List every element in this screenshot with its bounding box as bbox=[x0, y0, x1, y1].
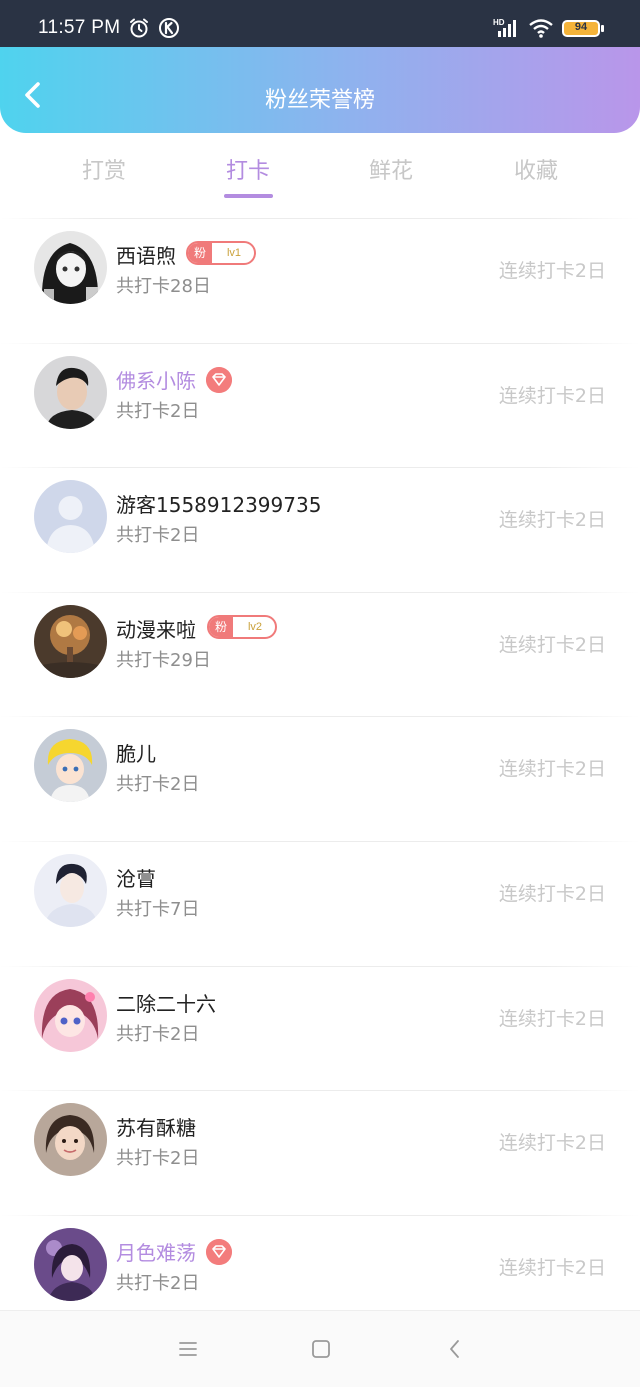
streak-checkins: 连续打卡2日 bbox=[498, 633, 606, 656]
system-nav-bar bbox=[0, 1310, 640, 1387]
total-checkins: 共打卡7日 bbox=[116, 899, 200, 920]
tab-reward[interactable]: 打赏 bbox=[44, 153, 164, 185]
row-divider bbox=[0, 591, 640, 593]
list-item[interactable]: 沧萺 共打卡7日 连续打卡2日 bbox=[0, 841, 640, 966]
total-checkins: 共打卡2日 bbox=[116, 774, 200, 796]
wifi-icon bbox=[529, 19, 553, 38]
streak-checkins: 连续打卡2日 bbox=[498, 758, 606, 781]
tab-checkin[interactable]: 打卡 bbox=[188, 153, 308, 185]
row-divider bbox=[0, 841, 640, 842]
list-item[interactable]: 脆儿 共打卡2日 连续打卡2日 bbox=[0, 716, 640, 841]
avatar[interactable] bbox=[34, 604, 107, 678]
fan-badge-label: 粉 bbox=[188, 243, 212, 263]
svg-text:HD: HD bbox=[493, 18, 505, 27]
battery-tip bbox=[601, 25, 604, 32]
streak-checkins: 连续打卡2日 bbox=[498, 384, 606, 407]
list-item[interactable]: 动漫来啦 粉 lv2 共打卡29日 连续打卡2日 bbox=[0, 591, 640, 717]
avatar[interactable] bbox=[34, 355, 107, 429]
fan-badge-level: lv1 bbox=[226, 247, 242, 259]
username: 游客1558912399735 bbox=[116, 493, 322, 518]
streak-checkins: 连续打卡2日 bbox=[498, 1256, 606, 1279]
fan-level-badge: 粉 lv2 bbox=[207, 614, 277, 639]
k-app-icon bbox=[159, 18, 179, 38]
row-divider bbox=[0, 218, 640, 219]
diamond-vip-icon bbox=[206, 1238, 232, 1265]
row-divider bbox=[0, 716, 640, 718]
tab-flowers[interactable]: 鲜花 bbox=[331, 153, 451, 185]
username: 沧萺 bbox=[116, 867, 156, 891]
list-item[interactable]: 游客1558912399735 共打卡2日 连续打卡2日 bbox=[0, 467, 640, 592]
avatar[interactable] bbox=[34, 978, 107, 1052]
username: 佛系小陈 bbox=[116, 368, 196, 393]
home-square-icon[interactable] bbox=[309, 1337, 333, 1361]
list-item[interactable]: 西语煦 粉 lv1 共打卡28日 连续打卡2日 bbox=[0, 218, 640, 343]
back-chevron-icon[interactable] bbox=[443, 1337, 467, 1361]
streak-checkins: 连续打卡2日 bbox=[498, 1007, 606, 1030]
avatar[interactable] bbox=[34, 1103, 107, 1177]
row-divider bbox=[0, 467, 640, 469]
list-item[interactable]: 苏有酥糖 共打卡2日 连续打卡2日 bbox=[0, 1090, 640, 1215]
battery-icon: 94 bbox=[562, 20, 600, 37]
avatar[interactable] bbox=[34, 231, 107, 304]
header-bar: 11:57 PM HD 94 粉丝荣誉榜 bbox=[0, 0, 640, 133]
avatar[interactable] bbox=[34, 854, 107, 927]
total-checkins: 共打卡2日 bbox=[116, 1148, 200, 1170]
status-bar: 11:57 PM HD 94 bbox=[0, 0, 640, 47]
streak-checkins: 连续打卡2日 bbox=[498, 1132, 606, 1155]
username: 苏有酥糖 bbox=[116, 1116, 196, 1141]
battery-level: 94 bbox=[574, 21, 588, 33]
streak-checkins: 连续打卡2日 bbox=[498, 260, 606, 282]
row-divider bbox=[0, 1090, 640, 1092]
fan-badge-level: lv2 bbox=[247, 620, 263, 633]
total-checkins: 共打卡2日 bbox=[116, 1272, 200, 1294]
row-divider bbox=[0, 965, 640, 967]
username: 脆儿 bbox=[116, 742, 156, 767]
default-avatar[interactable] bbox=[34, 480, 107, 554]
username: 月色难荡 bbox=[116, 1240, 196, 1265]
menu-icon[interactable] bbox=[176, 1337, 200, 1361]
streak-checkins: 连续打卡2日 bbox=[498, 509, 606, 532]
status-time: 11:57 PM bbox=[38, 17, 121, 38]
username: 西语煦 bbox=[116, 244, 176, 268]
username: 二除二十六 bbox=[116, 991, 216, 1016]
alarm-icon bbox=[130, 18, 148, 38]
streak-checkins: 连续打卡2日 bbox=[498, 883, 606, 905]
avatar[interactable] bbox=[34, 1227, 107, 1301]
list-item[interactable]: 佛系小陈 共打卡2日 连续打卡2日 bbox=[0, 342, 640, 468]
row-divider bbox=[0, 1214, 640, 1216]
list-item[interactable]: 二除二十六 共打卡2日 连续打卡2日 bbox=[0, 965, 640, 1091]
fan-level-badge: 粉 lv1 bbox=[186, 241, 256, 265]
row-divider bbox=[0, 342, 640, 344]
fan-badge-label: 粉 bbox=[209, 616, 233, 637]
active-tab-indicator bbox=[224, 194, 273, 198]
page-title: 粉丝荣誉榜 bbox=[264, 88, 375, 113]
tab-favorites[interactable]: 收藏 bbox=[476, 153, 596, 185]
username: 动漫来啦 bbox=[116, 617, 196, 642]
total-checkins: 共打卡28日 bbox=[116, 276, 211, 297]
diamond-vip-icon bbox=[206, 366, 232, 393]
total-checkins: 共打卡2日 bbox=[116, 525, 200, 547]
total-checkins: 共打卡2日 bbox=[116, 400, 200, 422]
avatar[interactable] bbox=[34, 729, 107, 803]
total-checkins: 共打卡29日 bbox=[116, 649, 211, 671]
hd-signal-icon: HD bbox=[493, 18, 516, 37]
tab-bar: 打赏 打卡 鲜花 收藏 bbox=[0, 150, 640, 206]
total-checkins: 共打卡2日 bbox=[116, 1023, 200, 1045]
